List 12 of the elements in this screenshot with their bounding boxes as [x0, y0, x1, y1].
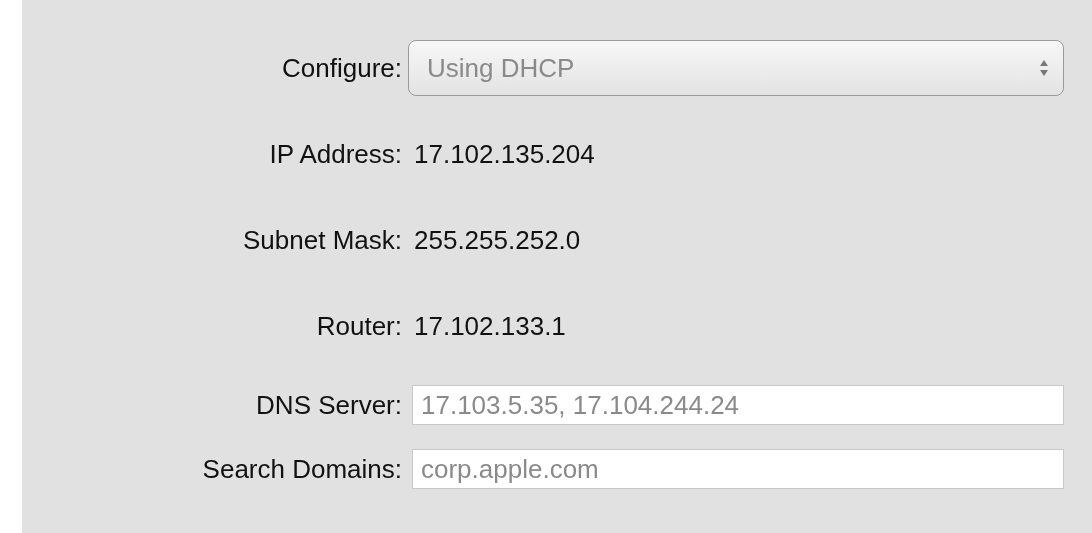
- field-label: IP Address:: [268, 138, 402, 170]
- field-value: 255.255.252.0: [413, 224, 582, 256]
- field-value: 17.102.135.204: [413, 138, 596, 170]
- field-label: Search Domains:: [201, 453, 402, 485]
- up-down-arrows-icon: [1039, 59, 1049, 77]
- input-field[interactable]: corp.apple.com: [412, 449, 1064, 489]
- field-label: DNS Server:: [255, 389, 402, 421]
- field-value: 17.102.133.1: [413, 310, 567, 342]
- field-label: Subnet Mask:: [242, 224, 402, 256]
- field-label: Router:: [315, 310, 402, 342]
- input-field[interactable]: 17.103.5.35, 17.104.244.24: [412, 385, 1064, 425]
- field-label: Configure:: [281, 52, 402, 84]
